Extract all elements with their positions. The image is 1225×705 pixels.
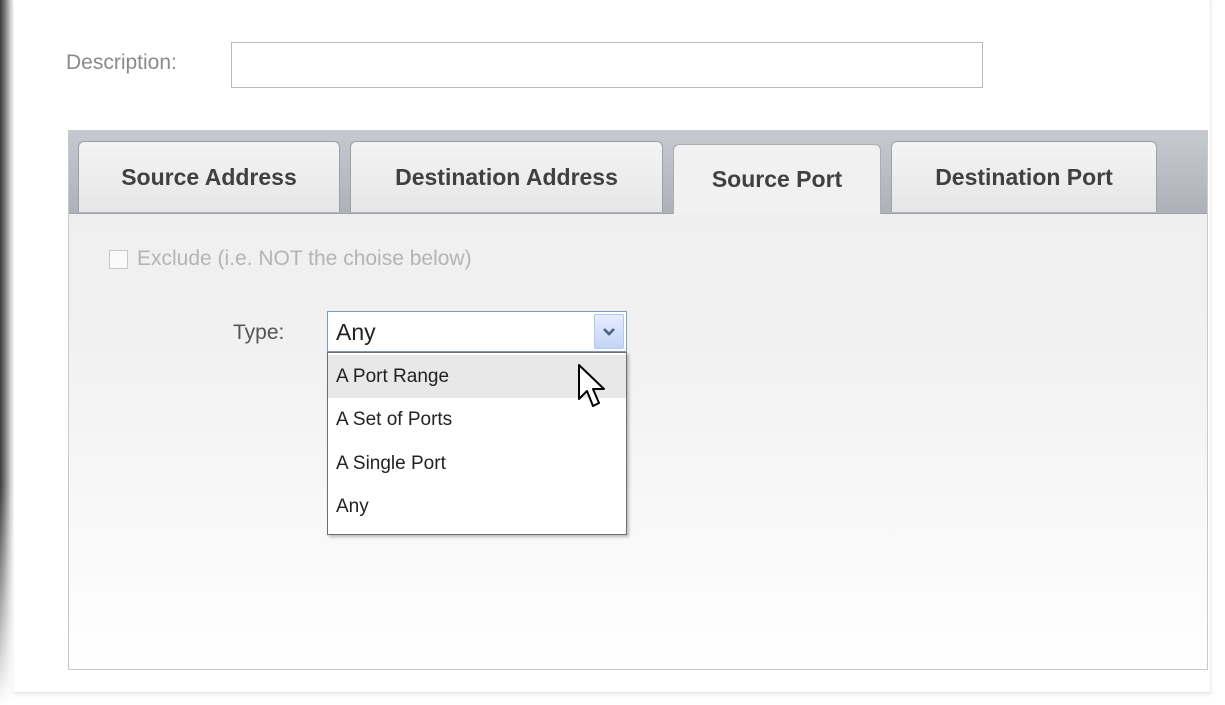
- option-label: A Port Range: [336, 365, 450, 387]
- description-label: Description:: [66, 51, 177, 74]
- exclude-label: Exclude (i.e. NOT the choise below): [137, 247, 472, 270]
- tab-label: Destination Address: [395, 163, 618, 190]
- option-label: A Single Port: [336, 452, 446, 474]
- tab-label: Source Port: [711, 166, 843, 192]
- option-label: A Set of Ports: [336, 408, 453, 430]
- description-field[interactable]: [231, 42, 983, 88]
- window-edge-gradient: [0, 0, 14, 705]
- option-any[interactable]: Any: [328, 485, 626, 528]
- chevron-down-icon: [603, 327, 615, 336]
- tab-source-address[interactable]: Source Address: [78, 141, 340, 212]
- option-label: Any: [336, 495, 369, 517]
- dropdown-button[interactable]: [594, 314, 624, 349]
- option-single-port[interactable]: A Single Port: [328, 442, 626, 485]
- mouse-pointer-icon: [578, 364, 605, 407]
- rule-editor-panel: Description: Source Address Destination …: [14, 0, 1211, 693]
- type-select-value: Any: [336, 319, 376, 345]
- tab-label: Source Address: [121, 163, 297, 190]
- exclude-checkbox[interactable]: [109, 249, 128, 269]
- tab-label: Destination Port: [935, 163, 1113, 190]
- tab-destination-address[interactable]: Destination Address: [350, 141, 663, 212]
- tab-panel: Source Address Destination Address Sourc…: [68, 130, 1208, 670]
- type-select[interactable]: Any: [327, 311, 627, 352]
- tab-strip: Source Address Destination Address Sourc…: [69, 131, 1207, 214]
- exclude-row: Exclude (i.e. NOT the choise below): [109, 247, 472, 271]
- tab-destination-port[interactable]: Destination Port: [891, 141, 1157, 212]
- tab-source-port[interactable]: Source Port: [673, 144, 881, 214]
- type-label: Type:: [233, 321, 285, 344]
